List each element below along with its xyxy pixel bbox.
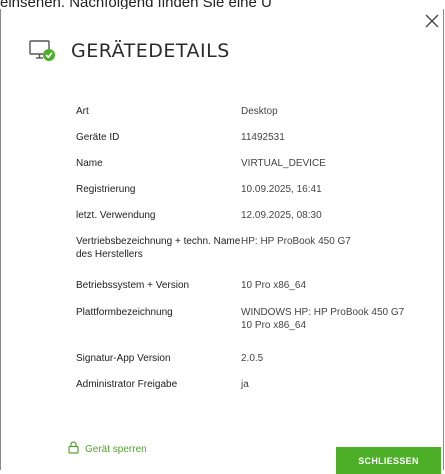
lock-link-label: Gerät sperren [85, 443, 147, 455]
detail-row-last-use: letzt. Verwendung 12.09.2025, 08:30 [76, 209, 416, 222]
lock-device-link[interactable]: Gerät sperren [68, 441, 147, 457]
detail-label: Administrator Freigabe [76, 379, 178, 390]
detail-row-art: Art Desktop [76, 105, 416, 118]
detail-row-manufacturer: Vertriebsbezeichnung + techn. Name des H… [76, 235, 416, 261]
detail-value: 12.09.2025, 08:30 [241, 210, 322, 221]
detail-value: ja [241, 379, 249, 390]
detail-label: Geräte ID [76, 132, 120, 143]
detail-value: WINDOWS HP: HP ProBook 450 G7 10 Pro x86… [241, 307, 405, 331]
dialog-title: GERÄTEDETAILS [71, 40, 230, 62]
detail-row-os: Betriebssystem + Version 10 Pro x86_64 [76, 279, 416, 292]
detail-row-admin-approval: Administrator Freigabe ja [76, 378, 416, 391]
detail-label: Plattformbezeichnung [76, 307, 173, 318]
detail-row-id: Geräte ID 11492531 [76, 131, 416, 144]
close-icon[interactable] [424, 13, 440, 29]
detail-value: Desktop [241, 106, 278, 117]
details-list: Art Desktop Geräte ID 11492531 Name VIRT… [76, 105, 416, 391]
detail-label: letzt. Verwendung [76, 210, 156, 221]
detail-row-registration: Registrierung 10.09.2025, 16:41 [76, 183, 416, 196]
detail-value: HP: HP ProBook 450 G7 [241, 236, 351, 247]
detail-label: Art [76, 106, 89, 117]
device-check-icon [29, 39, 57, 63]
detail-label: Name [76, 158, 103, 169]
detail-row-name: Name VIRTUAL_DEVICE [76, 157, 416, 170]
dialog-header: GERÄTEDETAILS [29, 39, 230, 63]
detail-row-platform: Plattformbezeichnung WINDOWS HP: HP ProB… [76, 306, 416, 332]
detail-label: Vertriebsbezeichnung + techn. Name des H… [76, 236, 241, 260]
detail-value: 11492531 [241, 132, 285, 143]
detail-label: Registrierung [76, 184, 136, 195]
detail-value: 10.09.2025, 16:41 [241, 184, 322, 195]
detail-value: 2.0.5 [241, 353, 264, 364]
detail-label: Signatur-App Version [76, 353, 171, 364]
detail-row-app-version: Signatur-App Version 2.0.5 [76, 352, 416, 365]
detail-value: VIRTUAL_DEVICE [241, 158, 326, 169]
detail-label: Betriebssystem + Version [76, 280, 190, 291]
lock-icon [68, 441, 85, 457]
detail-value: 10 Pro x86_64 [241, 280, 307, 291]
device-details-dialog: GERÄTEDETAILS Art Desktop Geräte ID 1149… [0, 9, 444, 474]
